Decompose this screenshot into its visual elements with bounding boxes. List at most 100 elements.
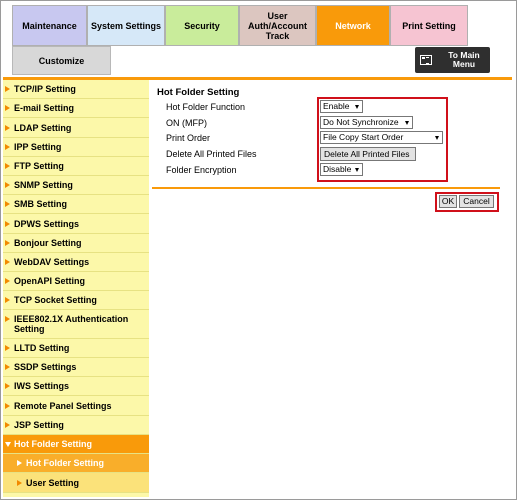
hot-folder-function-select[interactable]: Enable [320, 100, 363, 113]
sidebar-subitem-user-setting[interactable]: User Setting [3, 473, 149, 493]
sidebar-item-webdav[interactable]: WebDAV Settings [3, 253, 149, 272]
arrow-right-icon [5, 316, 10, 322]
sidebar-item-label: E-mail Setting [14, 103, 75, 113]
content-divider [152, 187, 500, 189]
to-main-menu-button[interactable]: To Main Menu [415, 47, 490, 73]
on-mfp-label: ON (MFP) [166, 118, 207, 128]
sidebar-subitem-hot-folder-setting[interactable]: Hot Folder Setting [3, 454, 149, 473]
tab-print-setting[interactable]: Print Setting [390, 5, 468, 46]
sidebar-item-label: SMB Setting [14, 199, 67, 209]
arrow-right-icon [5, 278, 10, 284]
arrow-right-icon [5, 86, 10, 92]
sidebar-item-label: Hot Folder Setting [14, 439, 92, 449]
dropdown-arrow-icon [355, 168, 359, 172]
tab-label: Print Setting [402, 20, 456, 31]
tab-label: System Settings [90, 20, 162, 31]
sidebar-item-label: LLTD Setting [14, 343, 70, 353]
delete-all-printed-files-button[interactable]: Delete All Printed Files [320, 147, 416, 161]
dropdown-arrow-icon [355, 105, 359, 109]
sidebar-item-label: LDAP Setting [14, 122, 72, 133]
sidebar-item-ieee8021x[interactable]: IEEE802.1X Authentication Setting [3, 310, 149, 339]
sidebar-item-smb[interactable]: SMB Setting [3, 195, 149, 214]
tab-label: User Auth/Account Track [248, 10, 307, 41]
arrow-right-icon [5, 144, 10, 150]
arrow-right-icon [5, 240, 10, 246]
select-value: Disable [323, 164, 352, 174]
sidebar-item-email[interactable]: E-mail Setting [3, 99, 149, 118]
sidebar-item-label: FTP Setting [14, 161, 64, 171]
sidebar-item-label: TCP Socket Setting [14, 295, 97, 305]
tab-label: Network [335, 20, 371, 31]
sidebar-item-label: WebDAV Settings [14, 257, 90, 267]
arrow-right-icon [17, 479, 22, 486]
sidebar-item-tcp-socket[interactable]: TCP Socket Setting [3, 291, 149, 310]
sidebar-item-label: JSP Setting [14, 420, 64, 430]
arrow-right-icon [5, 383, 10, 389]
sidebar-item-snmp[interactable]: SNMP Setting [3, 176, 149, 195]
sidebar-item-label: DPWS Settings [14, 218, 80, 229]
tab-network[interactable]: Network [316, 5, 390, 46]
tab-label: Customize [38, 55, 85, 66]
tab-maintenance[interactable]: Maintenance [12, 5, 87, 46]
ok-button[interactable]: OK [439, 195, 457, 208]
arrow-right-icon [5, 124, 10, 131]
arrow-right-icon [5, 402, 10, 409]
sidebar-item-ipp[interactable]: IPP Setting [3, 138, 149, 157]
sidebar: TCP/IP Setting E-mail Setting LDAP Setti… [3, 80, 149, 497]
tab-security[interactable]: Security [165, 5, 239, 46]
tab-label: Security [184, 20, 220, 31]
folder-encryption-select[interactable]: Disable [320, 163, 363, 176]
arrow-right-icon [5, 345, 10, 351]
sidebar-item-jsp[interactable]: JSP Setting [3, 416, 149, 435]
main-menu-icon [420, 55, 432, 65]
arrow-right-icon [5, 422, 10, 428]
arrow-right-icon [5, 259, 10, 265]
dropdown-arrow-icon [435, 136, 439, 140]
tab-system-settings[interactable]: System Settings [87, 5, 165, 46]
sidebar-item-ldap[interactable]: LDAP Setting [3, 118, 149, 138]
tab-user-auth-account-track[interactable]: User Auth/Account Track [239, 5, 316, 46]
sidebar-item-tcpip[interactable]: TCP/IP Setting [3, 80, 149, 99]
sidebar-item-label: IPP Setting [14, 142, 62, 152]
sidebar-item-remote-panel[interactable]: Remote Panel Settings [3, 396, 149, 416]
arrow-right-icon [5, 297, 10, 303]
arrow-right-icon [5, 182, 10, 188]
arrow-right-icon [5, 220, 10, 227]
select-value: Do Not Synchronize [323, 117, 399, 127]
hot-folder-function-label: Hot Folder Function [166, 102, 246, 112]
sidebar-item-dpws[interactable]: DPWS Settings [3, 214, 149, 234]
cancel-button[interactable]: Cancel [459, 195, 494, 208]
sidebar-item-label: Remote Panel Settings [14, 400, 112, 411]
print-order-label: Print Order [166, 133, 211, 143]
sidebar-item-openapi[interactable]: OpenAPI Setting [3, 272, 149, 291]
on-mfp-select[interactable]: Do Not Synchronize [320, 116, 413, 129]
arrow-right-icon [5, 364, 10, 370]
sidebar-item-label: User Setting [26, 477, 80, 488]
sidebar-item-ssdp[interactable]: SSDP Settings [3, 358, 149, 377]
select-value: File Copy Start Order [323, 132, 404, 142]
tab-customize[interactable]: Customize [12, 46, 111, 75]
arrow-right-icon [5, 105, 10, 111]
arrow-right-icon [5, 163, 10, 169]
sidebar-item-label: SSDP Settings [14, 362, 77, 372]
sidebar-item-label: IEEE802.1X Authentication Setting [14, 314, 129, 334]
sidebar-item-hot-folder[interactable]: Hot Folder Setting [3, 435, 149, 454]
tab-label: Maintenance [22, 20, 77, 31]
sidebar-item-lltd[interactable]: LLTD Setting [3, 339, 149, 358]
sidebar-item-label: TCP/IP Setting [14, 84, 76, 94]
arrow-right-icon [5, 201, 10, 207]
sidebar-item-label: Bonjour Setting [14, 238, 82, 248]
folder-encryption-label: Folder Encryption [166, 165, 237, 175]
sidebar-item-bonjour[interactable]: Bonjour Setting [3, 234, 149, 253]
sidebar-item-ftp[interactable]: FTP Setting [3, 157, 149, 176]
arrow-down-icon [5, 441, 11, 447]
arrow-right-icon [17, 460, 22, 466]
sidebar-item-label: OpenAPI Setting [14, 276, 86, 286]
sidebar-item-label: SNMP Setting [14, 180, 73, 190]
print-order-select[interactable]: File Copy Start Order [320, 131, 443, 144]
delete-all-printed-files-label: Delete All Printed Files [166, 149, 257, 159]
page-title: Hot Folder Setting [157, 87, 240, 98]
to-main-menu-label: To Main Menu [448, 50, 480, 69]
sidebar-item-iws[interactable]: IWS Settings [3, 377, 149, 396]
sidebar-item-label: IWS Settings [14, 381, 70, 391]
